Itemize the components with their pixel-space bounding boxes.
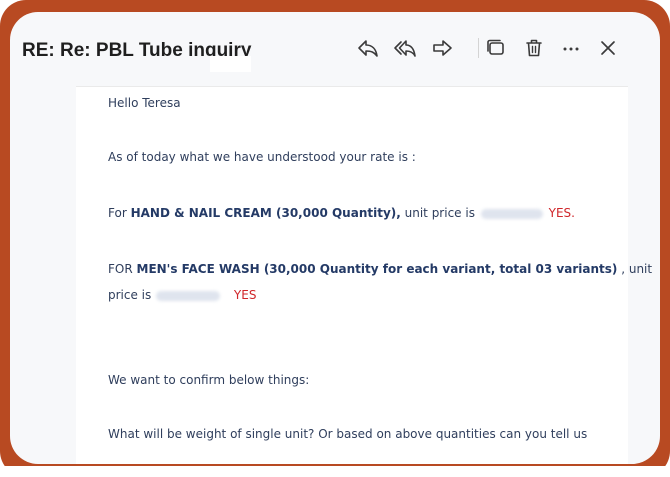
line2-suffix: , unit: [617, 262, 653, 276]
mail-reading-window: RE: Re: PBL Tube inquiry Hello Teresa As…: [10, 12, 660, 464]
greeting: Hello Teresa: [108, 96, 181, 110]
intro-line: As of today what we have understood your…: [108, 150, 416, 164]
reply-icon: [358, 40, 378, 57]
subject-overlay: [210, 56, 251, 72]
reply-all-icon: [394, 40, 416, 57]
redacted-price: [156, 290, 221, 301]
delete-icon: [526, 39, 542, 57]
frame-bottom-edge: [0, 466, 670, 477]
line2-confirmation: YES: [233, 288, 257, 302]
close-icon: [601, 41, 615, 55]
message-header: RE: Re: PBL Tube inquiry: [10, 12, 660, 84]
mens-face-wash-price-line: price is YES: [108, 284, 256, 306]
line1-confirmation: YES.: [548, 206, 575, 220]
toolbar-separator: [478, 38, 479, 58]
forward-icon: [433, 40, 452, 56]
line1-product: HAND & NAIL CREAM (30,000 Quantity),: [130, 206, 401, 220]
open-in-new-window-button[interactable]: [482, 34, 510, 62]
line2-product: MEN's FACE WASH (30,000 Quantity for eac…: [136, 262, 618, 276]
message-body: Hello Teresa As of today what we have un…: [76, 86, 652, 464]
line2-price-label: price is: [108, 288, 152, 302]
line2-prefix: FOR: [108, 262, 137, 276]
more-icon: [563, 47, 579, 51]
more-options-button[interactable]: [557, 34, 585, 62]
forward-button[interactable]: [428, 34, 456, 62]
reply-button[interactable]: [354, 34, 382, 62]
weight-question-line: What will be weight of single unit? Or b…: [108, 427, 588, 441]
delete-button[interactable]: [520, 34, 548, 62]
mens-face-wash-line: FOR MEN's FACE WASH (30,000 Quantity for…: [108, 258, 652, 280]
line1-prefix: For: [108, 206, 131, 220]
reply-all-button[interactable]: [391, 34, 419, 62]
line1-price-label: unit price is: [400, 206, 475, 220]
redacted-price: [480, 208, 543, 219]
hand-nail-cream-line: For HAND & NAIL CREAM (30,000 Quantity),…: [108, 202, 575, 224]
confirm-intro-line: We want to confirm below things:: [108, 373, 310, 387]
popout-icon: [487, 39, 504, 55]
close-button[interactable]: [594, 34, 622, 62]
